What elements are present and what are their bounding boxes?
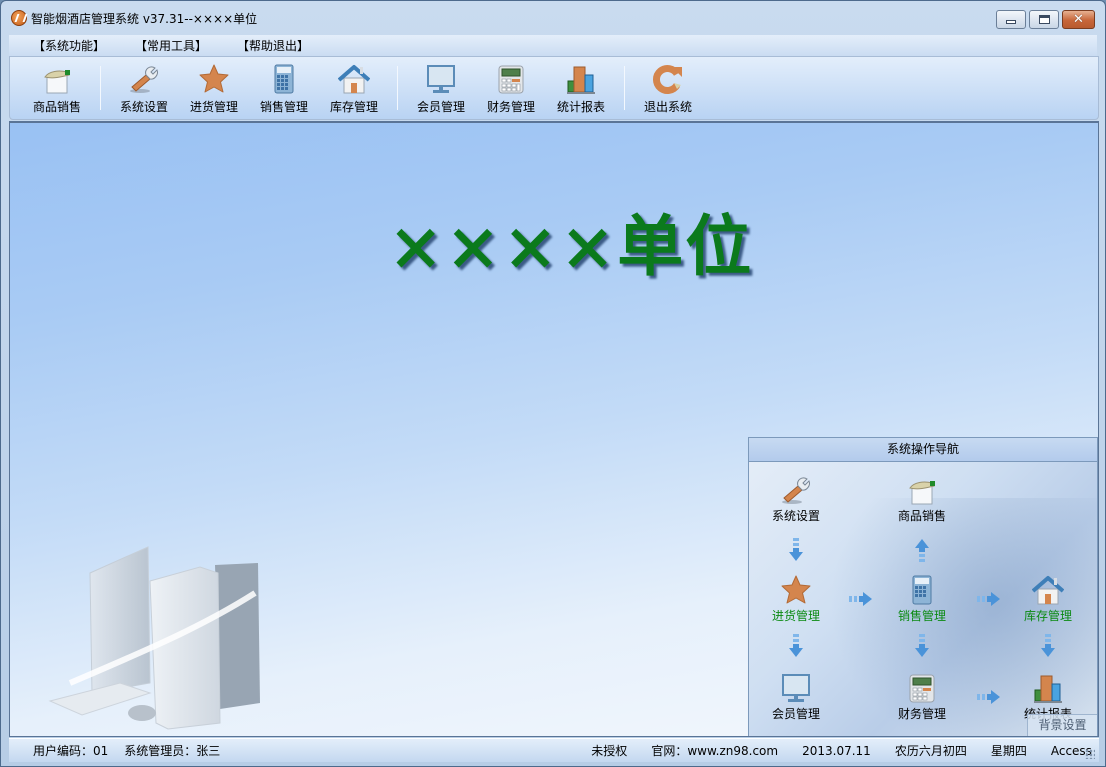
- minimize-icon: [1006, 20, 1016, 24]
- toolbar-product-sales-button[interactable]: 商品销售: [22, 57, 92, 115]
- app-window: 智能烟酒店管理系统 v37.31--××××单位 ✕ 【系统功能】 【常用工具】…: [0, 0, 1106, 767]
- nav-system-settings[interactable]: 系统设置: [751, 474, 841, 524]
- operation-navigation-panel: 系统操作导航 系统设置 商品销售 进货管理 销售管理 库存管理 会员管理 财务管…: [748, 437, 1098, 736]
- arrow-up-icon: [915, 539, 929, 562]
- arrow-right-icon: [977, 592, 1000, 606]
- resize-grip-icon[interactable]: [1085, 749, 1095, 759]
- unit-title: ××××单位: [388, 207, 754, 285]
- toolbar-exit-button[interactable]: 退出系统: [633, 57, 703, 115]
- toolbar-separator: [100, 66, 101, 110]
- status-bar: 用户编码：01 系统管理员：张三 未授权 官网：www.zn98.com 201…: [9, 738, 1099, 762]
- window-controls: ✕: [996, 10, 1095, 29]
- calculator-icon: [274, 64, 294, 94]
- house-icon: [338, 65, 370, 94]
- nav-label: 库存管理: [1023, 609, 1072, 623]
- toolbar-system-settings-button[interactable]: 系统设置: [109, 57, 179, 115]
- arrow-down-icon: [789, 538, 803, 561]
- nav-label: 进货管理: [771, 609, 820, 623]
- nav-inventory[interactable]: 库存管理: [1003, 574, 1093, 624]
- wrench-icon: [782, 477, 810, 504]
- nav-panel-title: 系统操作导航: [749, 438, 1097, 462]
- toolbar-label: 退出系统: [643, 100, 692, 114]
- toolbar-sales-button[interactable]: 销售管理: [249, 57, 319, 115]
- toolbar: 商品销售 系统设置 进货管理 销售管理 库存管理 会员管理 财务管理 统计报表 …: [9, 56, 1099, 120]
- maximize-icon: [1038, 15, 1050, 24]
- menu-common-tools[interactable]: 【常用工具】: [131, 37, 211, 54]
- nav-label: 财务管理: [897, 707, 946, 721]
- house-icon: [1032, 576, 1064, 605]
- nav-sales[interactable]: 销售管理: [877, 574, 967, 624]
- nav-finance[interactable]: 财务管理: [877, 672, 967, 722]
- nav-purchase[interactable]: 进货管理: [751, 574, 841, 624]
- close-button[interactable]: ✕: [1062, 10, 1095, 29]
- toolbar-reports-button[interactable]: 统计报表: [546, 57, 616, 115]
- toolbar-label: 财务管理: [486, 100, 535, 114]
- computer-illustration-icon: [48, 546, 260, 730]
- toolbar-label: 销售管理: [259, 100, 308, 114]
- toolbar-separator: [624, 66, 625, 110]
- nav-label: 会员管理: [771, 707, 820, 721]
- toolbar-label: 库存管理: [329, 100, 378, 114]
- status-lunar-date: 农历六月初四: [894, 744, 967, 758]
- cash-register-icon: [909, 674, 935, 703]
- hand-card-icon: [44, 70, 70, 94]
- menu-bar: 【系统功能】 【常用工具】 【帮助退出】: [9, 35, 1097, 56]
- nav-label: 销售管理: [897, 609, 946, 623]
- window-title: 智能烟酒店管理系统 v37.31--××××单位: [31, 11, 258, 26]
- menu-help-exit[interactable]: 【帮助退出】: [233, 37, 313, 54]
- wrench-icon: [130, 66, 158, 93]
- status-user-code: 用户编码：01: [33, 744, 109, 758]
- toolbar-inventory-button[interactable]: 库存管理: [319, 57, 389, 115]
- monitor-icon: [782, 674, 810, 702]
- arrow-down-icon: [915, 634, 929, 657]
- toolbar-label: 统计报表: [556, 100, 605, 114]
- toolbar-purchase-button[interactable]: 进货管理: [179, 57, 249, 115]
- close-icon: ✕: [1073, 12, 1084, 27]
- toolbar-label: 进货管理: [189, 100, 238, 114]
- arrow-right-icon: [977, 690, 1000, 704]
- title-bar[interactable]: 智能烟酒店管理系统 v37.31--××××单位 ✕: [1, 1, 1105, 35]
- arrow-right-icon: [849, 592, 872, 606]
- toolbar-finance-button[interactable]: 财务管理: [476, 57, 546, 115]
- toolbar-label: 商品销售: [32, 100, 81, 114]
- bar-chart-icon: [567, 66, 595, 94]
- toolbar-members-button[interactable]: 会员管理: [406, 57, 476, 115]
- toolbar-label: 系统设置: [119, 100, 168, 114]
- hand-card-icon: [909, 481, 935, 505]
- status-date: 2013.07.11: [802, 743, 871, 758]
- calculator-icon: [912, 575, 932, 605]
- monitor-icon: [427, 65, 455, 93]
- menu-system-functions[interactable]: 【系统功能】: [29, 37, 109, 54]
- star-icon: [781, 575, 811, 604]
- status-admin: 系统管理员：张三: [124, 744, 221, 758]
- main-workspace: ××××单位 系统操作导航 系统设置 商品销售 进货管理 销售管理 库存管理 会…: [9, 121, 1099, 737]
- nav-label: 系统设置: [771, 509, 820, 523]
- status-license: 未授权: [591, 744, 628, 758]
- toolbar-label: 会员管理: [416, 100, 465, 114]
- toolbar-separator: [397, 66, 398, 110]
- cash-register-icon: [498, 65, 524, 94]
- exit-icon: [653, 65, 682, 94]
- nav-label: 商品销售: [897, 509, 946, 523]
- app-logo-icon: [11, 10, 27, 26]
- status-website[interactable]: 官网：www.zn98.com: [651, 742, 778, 759]
- background-settings-button[interactable]: 背景设置: [1027, 714, 1097, 736]
- maximize-button[interactable]: [1029, 10, 1059, 29]
- star-icon: [199, 64, 229, 93]
- arrow-down-icon: [1041, 634, 1055, 657]
- status-weekday: 星期四: [990, 744, 1027, 758]
- nav-members[interactable]: 会员管理: [751, 672, 841, 722]
- arrow-down-icon: [789, 634, 803, 657]
- bar-chart-icon: [1034, 675, 1062, 703]
- nav-product-sales[interactable]: 商品销售: [877, 474, 967, 524]
- minimize-button[interactable]: [996, 10, 1026, 29]
